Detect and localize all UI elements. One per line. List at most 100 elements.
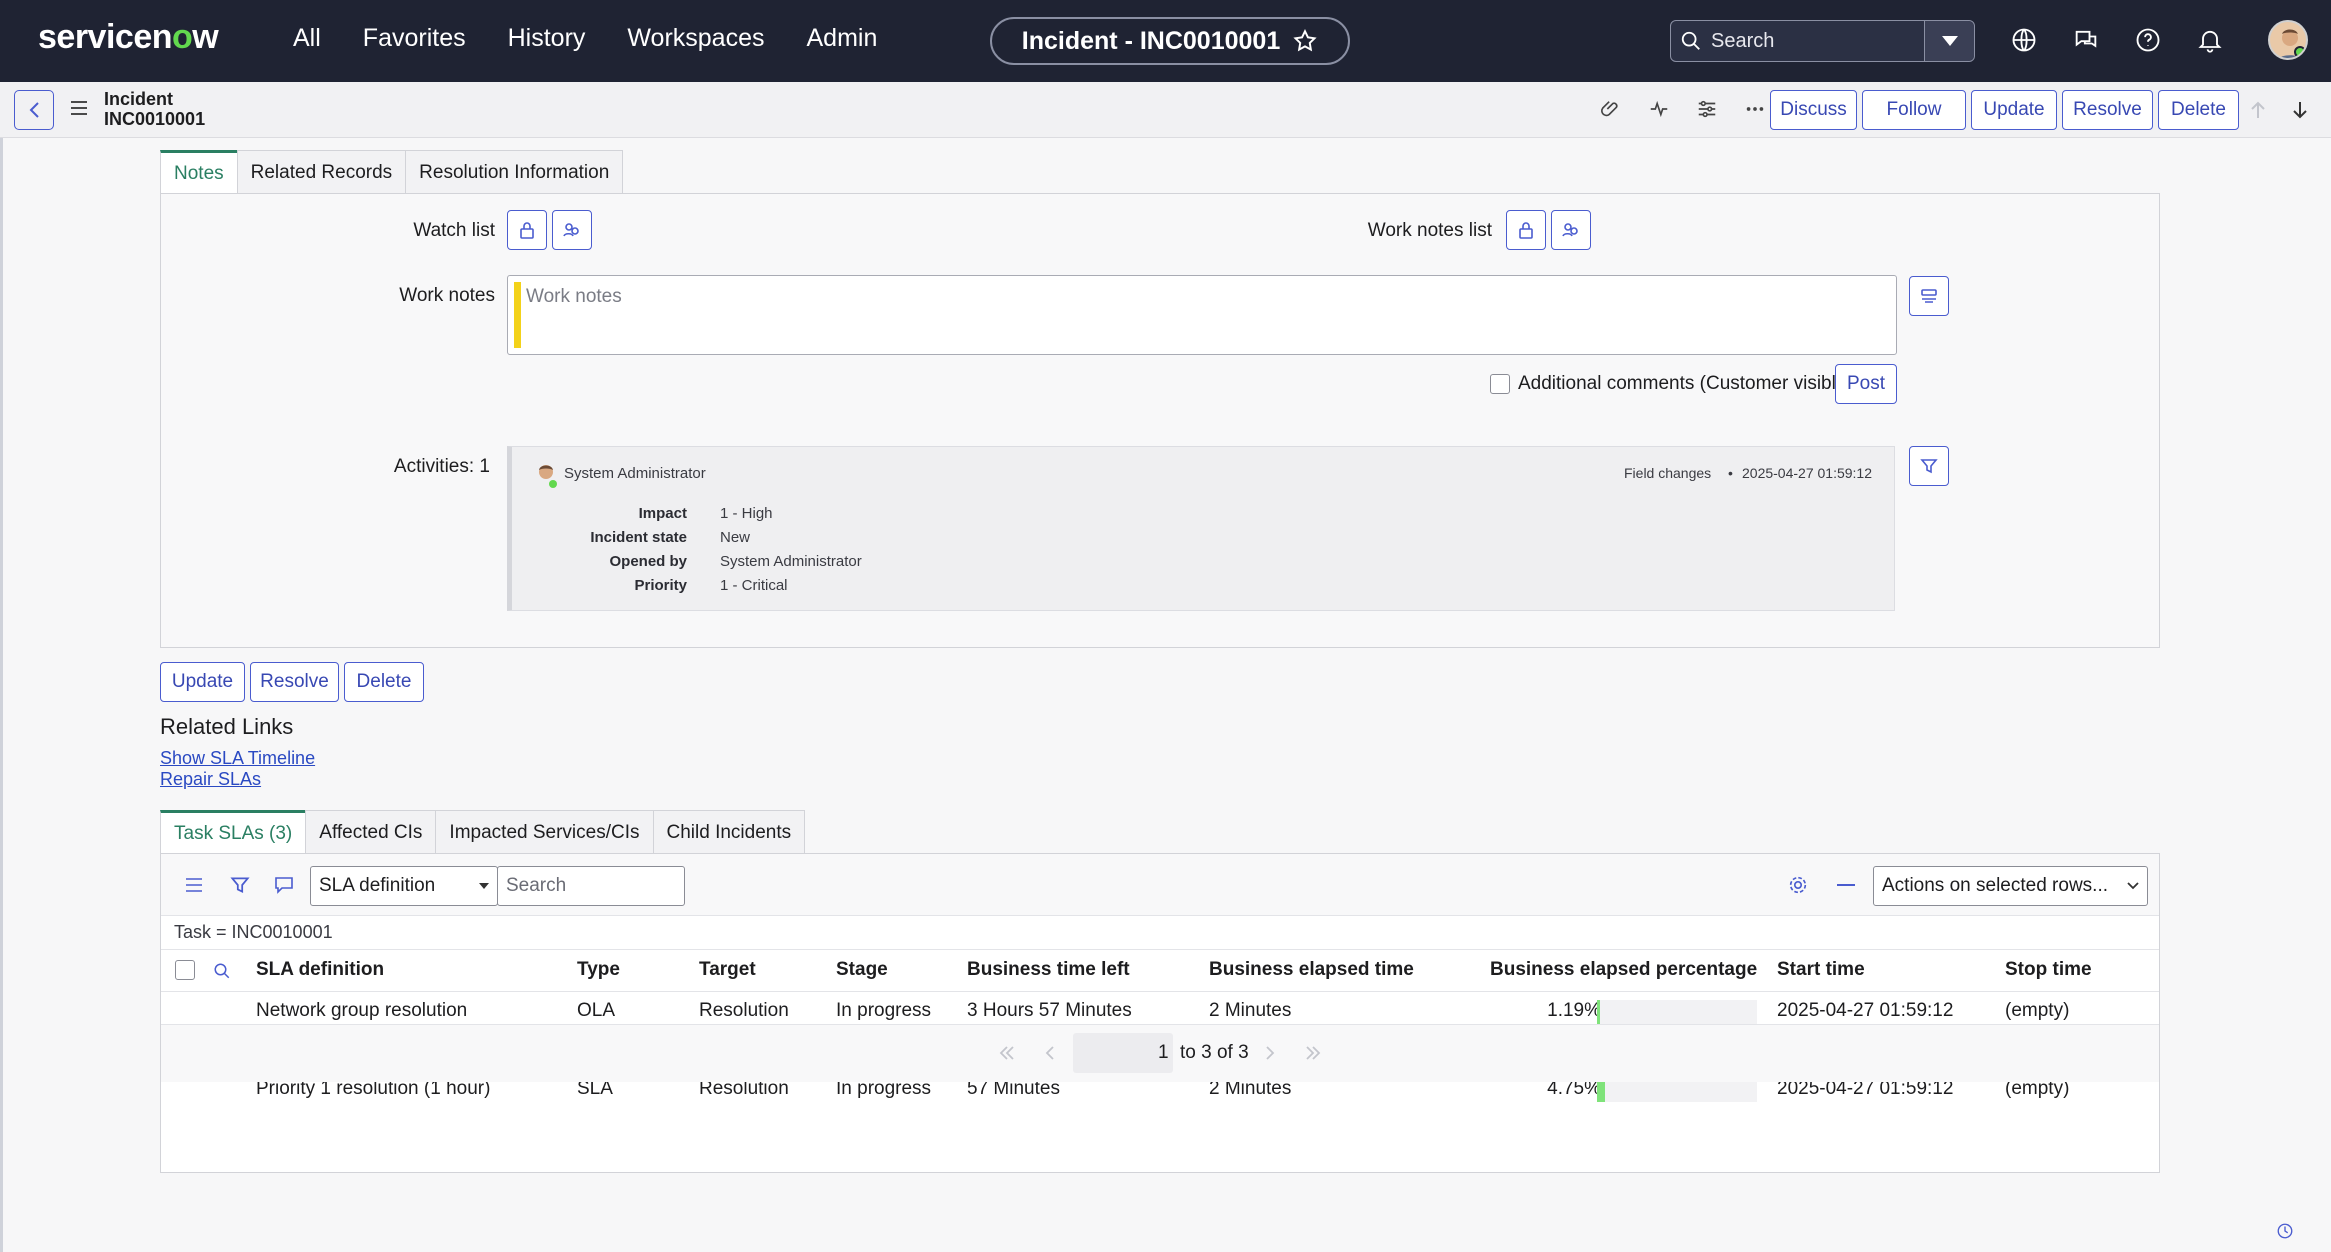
watch-list-add-button[interactable] xyxy=(552,210,592,250)
list-menu-icon[interactable] xyxy=(185,877,203,893)
first-page-icon[interactable] xyxy=(999,1046,1015,1060)
post-button[interactable]: Post xyxy=(1835,364,1897,404)
chevron-down-icon[interactable] xyxy=(1924,21,1974,61)
left-edge xyxy=(0,138,3,1252)
search-field-value: SLA definition xyxy=(319,875,436,896)
settings-sliders-icon[interactable] xyxy=(1696,98,1718,120)
lock-icon xyxy=(520,222,534,239)
show-sla-timeline-link[interactable]: Show SLA Timeline xyxy=(160,748,315,769)
column-header-business-elapsed-percentage[interactable]: Business elapsed percentage xyxy=(1490,959,1757,981)
update-button[interactable]: Update xyxy=(160,662,245,702)
delete-button[interactable]: Delete xyxy=(344,662,424,702)
context-pill[interactable]: Incident - INC0010001 xyxy=(990,17,1350,65)
star-icon[interactable] xyxy=(1292,28,1318,54)
gear-icon[interactable] xyxy=(1787,874,1809,896)
paperclip-icon[interactable] xyxy=(1600,98,1622,120)
follow-button[interactable]: Follow xyxy=(1862,90,1966,130)
arrow-up-icon[interactable] xyxy=(2250,100,2266,120)
chat-icon[interactable] xyxy=(2072,26,2100,54)
arrow-down-icon[interactable] xyxy=(2292,100,2308,120)
activity-meta-time: 2025-04-27 01:59:12 xyxy=(1742,465,1872,481)
resolve-button[interactable]: Resolve xyxy=(250,662,339,702)
actions-select-value: Actions on selected rows... xyxy=(1882,875,2108,896)
tab-related-records[interactable]: Related Records xyxy=(236,150,407,194)
cell-target: Resolution xyxy=(699,1000,789,1021)
previous-page-icon[interactable] xyxy=(1045,1046,1055,1060)
work-notes-indicator xyxy=(514,282,521,348)
search-field-select[interactable]: SLA definition xyxy=(310,866,498,906)
update-button[interactable]: Update xyxy=(1971,90,2057,130)
list-breadcrumb[interactable]: Task = INC0010001 xyxy=(174,922,333,943)
help-icon[interactable] xyxy=(2134,26,2162,54)
menu-all[interactable]: All xyxy=(293,24,321,53)
more-options-icon[interactable] xyxy=(1744,98,1766,120)
column-header-business-elapsed-time[interactable]: Business elapsed time xyxy=(1209,959,1414,981)
record-type: Incident xyxy=(104,89,174,109)
stacked-lines-icon xyxy=(1921,289,1937,303)
cell-type: OLA xyxy=(577,1000,616,1021)
top-navigation: servicenow All Favorites History Workspa… xyxy=(0,0,2331,82)
add-users-icon xyxy=(563,223,579,237)
global-search-input[interactable]: Search xyxy=(1711,30,1924,53)
user-avatar[interactable] xyxy=(2268,20,2308,60)
tab-affected-cis[interactable]: Affected CIs xyxy=(305,810,437,854)
tab-task-slas[interactable]: Task SLAs (3) xyxy=(160,810,307,854)
record-navigation xyxy=(2250,100,2308,120)
column-header-business-time-left[interactable]: Business time left xyxy=(967,959,1130,981)
activity-meta-type: Field changes xyxy=(1624,465,1712,481)
column-header-type[interactable]: Type xyxy=(577,959,620,981)
bell-icon[interactable] xyxy=(2196,26,2224,54)
globe-icon[interactable] xyxy=(2010,26,2038,54)
work-notes-placeholder: Work notes xyxy=(526,286,622,307)
additional-comments-checkbox[interactable] xyxy=(1490,374,1510,394)
resolve-button[interactable]: Resolve xyxy=(2062,90,2153,130)
header-buttons: Discuss Follow Update Resolve Delete xyxy=(1770,90,2239,130)
discuss-button[interactable]: Discuss xyxy=(1770,90,1857,130)
filter-icon[interactable] xyxy=(229,874,251,896)
tab-notes[interactable]: Notes xyxy=(160,150,238,194)
column-header-stage[interactable]: Stage xyxy=(836,959,888,981)
menu-history[interactable]: History xyxy=(508,24,586,53)
column-search-icon[interactable] xyxy=(213,962,231,980)
column-header-stop-time[interactable]: Stop time xyxy=(2005,959,2092,981)
activity-field-key: Incident state xyxy=(590,529,687,546)
comment-icon[interactable] xyxy=(274,876,294,894)
select-all-checkbox[interactable] xyxy=(175,960,195,980)
list-toolbar: SLA definition Search Actions on selecte… xyxy=(161,854,2159,916)
repair-slas-link[interactable]: Repair SLAs xyxy=(160,769,315,790)
next-page-icon[interactable] xyxy=(1265,1046,1275,1060)
menu-workspaces[interactable]: Workspaces xyxy=(627,24,764,53)
column-header-target[interactable]: Target xyxy=(699,959,756,981)
servicenow-logo[interactable]: servicenow xyxy=(38,18,219,57)
clock-icon[interactable] xyxy=(2276,1222,2294,1240)
last-page-icon[interactable] xyxy=(1305,1046,1321,1060)
related-list-tabs: Task SLAs (3) Affected CIs Impacted Serv… xyxy=(160,810,806,854)
column-header-start-time[interactable]: Start time xyxy=(1777,959,1865,981)
watch-list-lock-button[interactable] xyxy=(507,210,547,250)
tab-child-incidents[interactable]: Child Incidents xyxy=(652,810,806,854)
work-notes-list-lock-button[interactable] xyxy=(1506,210,1546,250)
elapsed-percentage-fill xyxy=(1597,1000,1600,1024)
top-icons xyxy=(2010,26,2224,54)
column-header-sla-definition[interactable]: SLA definition xyxy=(256,959,384,981)
form-menu-icon[interactable] xyxy=(70,100,88,121)
list-search-input[interactable]: Search xyxy=(497,866,685,906)
compose-toggle-button[interactable] xyxy=(1909,276,1949,316)
menu-favorites[interactable]: Favorites xyxy=(363,24,466,53)
global-search[interactable]: Search xyxy=(1670,20,1975,62)
actions-select[interactable]: Actions on selected rows... xyxy=(1873,866,2148,906)
collapse-icon[interactable] xyxy=(1837,884,1855,886)
menu-admin[interactable]: Admin xyxy=(807,24,878,53)
back-button[interactable] xyxy=(14,90,54,130)
cell-stop-time: (empty) xyxy=(2005,1000,2070,1021)
chevron-down-icon xyxy=(2127,882,2139,890)
work-notes-input[interactable]: Work notes xyxy=(507,275,1897,355)
work-notes-list-add-button[interactable] xyxy=(1551,210,1591,250)
activity-field-key: Impact xyxy=(638,505,687,522)
tab-impacted-services[interactable]: Impacted Services/CIs xyxy=(435,810,654,854)
cell-sla-definition[interactable]: Network group resolution xyxy=(256,1000,467,1022)
delete-button[interactable]: Delete xyxy=(2158,90,2239,130)
activity-pulse-icon[interactable] xyxy=(1648,98,1670,120)
tab-resolution-information[interactable]: Resolution Information xyxy=(405,150,624,194)
activity-filter-button[interactable] xyxy=(1909,446,1949,486)
